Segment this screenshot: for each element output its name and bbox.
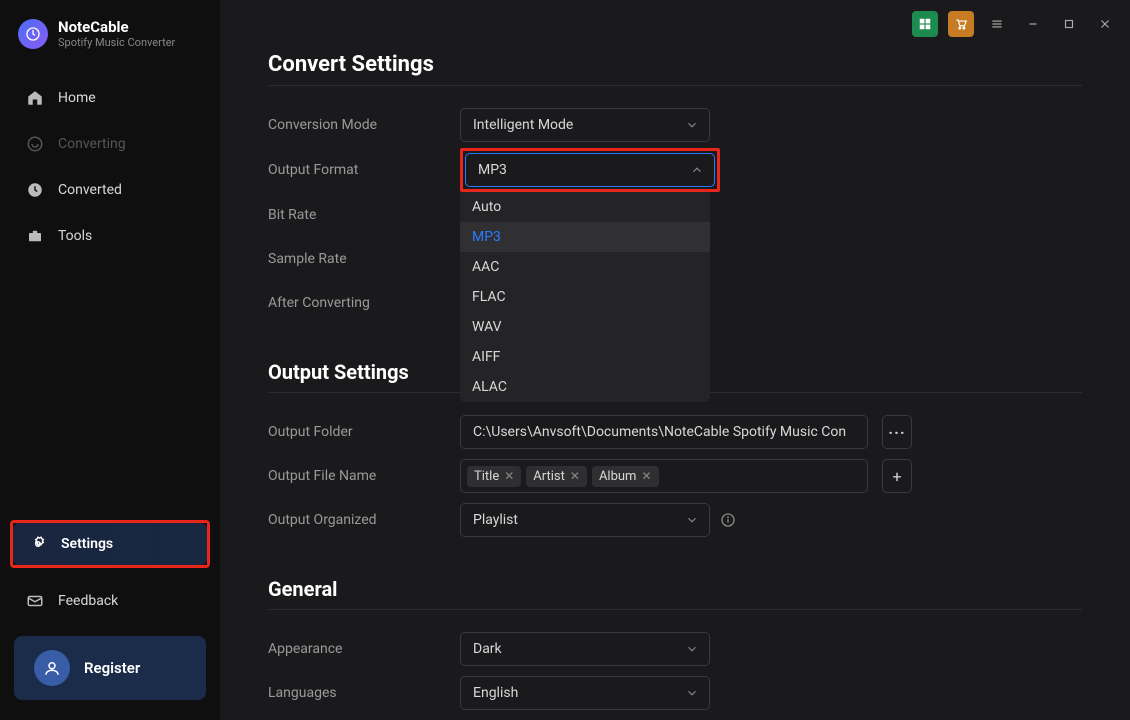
mail-icon — [26, 592, 44, 610]
tools-icon — [26, 227, 44, 245]
sidebar-item-home[interactable]: Home — [10, 77, 210, 119]
app-logo: NoteCable Spotify Music Converter — [10, 18, 210, 67]
nav-label: Converting — [58, 136, 126, 152]
converting-icon — [26, 135, 44, 153]
select-conversion-mode[interactable]: Intelligent Mode — [460, 108, 710, 142]
tag-title[interactable]: Title✕ — [467, 466, 521, 487]
label-sample-rate: Sample Rate — [268, 251, 460, 267]
avatar-icon — [34, 650, 70, 686]
select-output-organized[interactable]: Playlist — [460, 503, 710, 537]
chevron-down-icon — [685, 513, 699, 527]
option-aiff[interactable]: AIFF — [460, 342, 710, 372]
dropdown-output-format: Auto MP3 AAC FLAC WAV AIFF ALAC — [460, 192, 710, 402]
option-mp3[interactable]: MP3 — [460, 222, 710, 252]
tag-album[interactable]: Album✕ — [592, 466, 659, 487]
section-title-convert: Convert Settings — [268, 52, 1082, 77]
cart-icon[interactable] — [948, 11, 974, 37]
titlebar — [220, 0, 1130, 48]
label-conversion-mode: Conversion Mode — [268, 117, 460, 133]
maximize-icon[interactable] — [1056, 11, 1082, 37]
sidebar: NoteCable Spotify Music Converter Home C… — [0, 0, 220, 720]
app-title: NoteCable — [58, 18, 175, 36]
browse-button[interactable]: ··· — [882, 415, 912, 449]
option-wav[interactable]: WAV — [460, 312, 710, 342]
chevron-down-icon — [685, 686, 699, 700]
label-output-organized: Output Organized — [268, 512, 460, 528]
app-subtitle: Spotify Music Converter — [58, 36, 175, 49]
app-logo-icon — [18, 19, 48, 49]
label-languages: Languages — [268, 685, 460, 701]
section-title-general: General — [268, 577, 1082, 601]
sidebar-item-settings[interactable]: Settings — [13, 523, 207, 565]
nav-label: Home — [58, 90, 96, 106]
info-icon[interactable] — [720, 512, 736, 528]
nav-list: Home Converting Converted Tools — [10, 77, 210, 257]
menu-icon[interactable] — [984, 11, 1010, 37]
label-after-converting: After Converting — [268, 295, 460, 311]
register-button[interactable]: Register — [14, 636, 206, 700]
nav-label: Settings — [61, 536, 113, 552]
label-appearance: Appearance — [268, 641, 460, 657]
tag-remove-icon[interactable]: ✕ — [504, 469, 514, 483]
divider — [268, 609, 1082, 610]
label-output-format: Output Format — [268, 162, 460, 178]
home-icon — [26, 89, 44, 107]
tags-output-file-name[interactable]: Title✕ Artist✕ Album✕ — [460, 459, 868, 493]
label-output-file-name: Output File Name — [268, 468, 460, 484]
add-tag-button[interactable]: + — [882, 459, 912, 493]
gear-icon — [29, 535, 47, 553]
option-alac[interactable]: ALAC — [460, 372, 710, 402]
grid-icon[interactable] — [912, 11, 938, 37]
tag-remove-icon[interactable]: ✕ — [570, 469, 580, 483]
tag-remove-icon[interactable]: ✕ — [641, 469, 651, 483]
chevron-down-icon — [685, 642, 699, 656]
main-panel: Convert Settings Conversion Mode Intelli… — [220, 0, 1130, 720]
divider — [268, 85, 1082, 86]
nav-label: Tools — [58, 228, 92, 244]
sidebar-item-feedback[interactable]: Feedback — [10, 580, 210, 622]
minimize-icon[interactable] — [1020, 11, 1046, 37]
converted-icon — [26, 181, 44, 199]
select-output-format[interactable]: MP3 — [465, 153, 715, 187]
close-icon[interactable] — [1092, 11, 1118, 37]
sidebar-item-converting[interactable]: Converting — [10, 123, 210, 165]
option-aac[interactable]: AAC — [460, 252, 710, 282]
label-output-folder: Output Folder — [268, 424, 460, 440]
label-bit-rate: Bit Rate — [268, 207, 460, 223]
option-auto[interactable]: Auto — [460, 192, 710, 222]
nav-label: Converted — [58, 182, 122, 198]
input-output-folder[interactable]: C:\Users\Anvsoft\Documents\NoteCable Spo… — [460, 415, 868, 449]
settings-content: Convert Settings Conversion Mode Intelli… — [220, 48, 1130, 720]
register-label: Register — [84, 659, 140, 677]
chevron-down-icon — [685, 118, 699, 132]
sidebar-item-tools[interactable]: Tools — [10, 215, 210, 257]
option-flac[interactable]: FLAC — [460, 282, 710, 312]
select-languages[interactable]: English — [460, 676, 710, 710]
tag-artist[interactable]: Artist✕ — [526, 466, 587, 487]
select-appearance[interactable]: Dark — [460, 632, 710, 666]
chevron-up-icon — [690, 163, 704, 177]
nav-label: Feedback — [58, 593, 118, 609]
sidebar-item-converted[interactable]: Converted — [10, 169, 210, 211]
